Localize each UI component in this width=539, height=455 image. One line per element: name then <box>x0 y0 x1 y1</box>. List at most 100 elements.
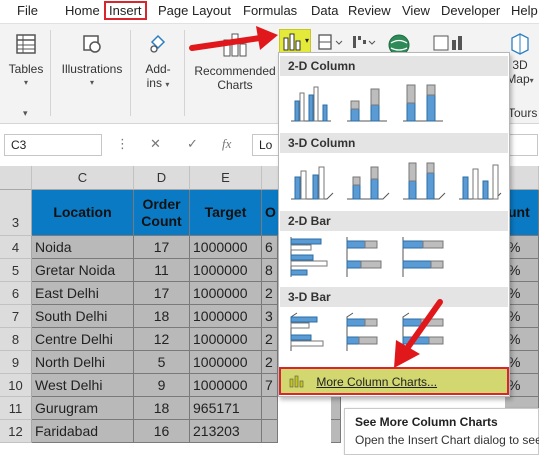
cell-partial-i[interactable]: % <box>505 305 539 328</box>
cell-location[interactable]: North Delhi <box>32 351 134 374</box>
table-cell[interactable] <box>331 397 341 420</box>
cell-partial-f[interactable]: 3 <box>262 305 278 328</box>
cell-target[interactable]: 1000000 <box>190 236 262 259</box>
tab-view[interactable]: View <box>402 3 430 18</box>
cell-target[interactable]: 1000000 <box>190 282 262 305</box>
cell-location[interactable]: Noida <box>32 236 134 259</box>
fx-icon[interactable]: fx <box>222 136 231 152</box>
cell-target[interactable]: 965171 <box>190 397 262 420</box>
header-target[interactable]: Target <box>190 190 262 236</box>
tab-file[interactable]: File <box>17 3 38 18</box>
cell-partial-f[interactable] <box>262 420 278 443</box>
column-header-c[interactable]: C <box>32 166 134 190</box>
pivotchart-button[interactable] <box>432 34 470 54</box>
cell-partial-f[interactable] <box>262 397 278 420</box>
cell-target[interactable]: 1000000 <box>190 351 262 374</box>
cell-location[interactable]: West Delhi <box>32 374 134 397</box>
tab-review[interactable]: Review <box>348 3 391 18</box>
cell-partial-f[interactable]: 2 <box>262 328 278 351</box>
column-header-e[interactable]: E <box>190 166 262 190</box>
cell-location[interactable]: South Delhi <box>32 305 134 328</box>
tab-formulas[interactable]: Formulas <box>243 3 297 18</box>
clustered-bar-chart[interactable] <box>287 235 335 279</box>
tab-help[interactable]: Help <box>511 3 538 18</box>
section-3d-column: 3-D Column <box>280 133 508 153</box>
illustrations-button[interactable]: Illustrations ▾ <box>58 28 126 90</box>
cell-location[interactable]: Gretar Noida <box>32 259 134 282</box>
cell-order-count[interactable]: 5 <box>134 351 190 374</box>
clustered-column-chart[interactable] <box>287 81 335 125</box>
cell-order-count[interactable]: 9 <box>134 374 190 397</box>
cell-order-count[interactable]: 18 <box>134 305 190 328</box>
cell-partial-i[interactable]: % <box>505 282 539 305</box>
tooltip-title: See More Column Charts <box>355 415 498 429</box>
cell-partial-f[interactable]: 7 <box>262 374 278 397</box>
hierarchy-chart-button[interactable] <box>317 32 345 52</box>
waterfall-chart-button[interactable] <box>351 32 377 52</box>
row-header[interactable]: 6 <box>0 282 32 305</box>
cell-partial-f[interactable]: 6 <box>262 236 278 259</box>
cell-target[interactable]: 1000000 <box>190 374 262 397</box>
cell-partial-f[interactable]: 2 <box>262 351 278 374</box>
enter-icon[interactable]: ✓ <box>187 136 198 152</box>
row-header[interactable]: 3 <box>0 190 32 236</box>
tab-developer[interactable]: Developer <box>441 3 500 18</box>
chevron-down-icon: ▾ <box>23 78 28 87</box>
cell-partial-i[interactable]: % <box>505 351 539 374</box>
3d-clustered-bar-chart[interactable] <box>287 311 335 355</box>
cell-target[interactable]: 1000000 <box>190 328 262 351</box>
cell-partial-f[interactable]: 8 <box>262 259 278 282</box>
tab-home[interactable]: Home <box>65 3 100 18</box>
100-stacked-column-chart[interactable] <box>399 81 447 125</box>
row-header[interactable]: 12 <box>0 420 32 443</box>
select-all-corner[interactable] <box>0 166 32 190</box>
100-stacked-bar-chart[interactable] <box>399 235 447 279</box>
row-header[interactable]: 11 <box>0 397 32 420</box>
tab-data[interactable]: Data <box>311 3 338 18</box>
pivotchart-icon <box>433 35 462 51</box>
cell-partial-i[interactable]: % <box>505 259 539 282</box>
cell-order-count[interactable]: 17 <box>134 236 190 259</box>
row-header[interactable]: 7 <box>0 305 32 328</box>
cell-order-count[interactable]: 18 <box>134 397 190 420</box>
header-location[interactable]: Location <box>32 190 134 236</box>
3d-column-chart[interactable] <box>455 159 503 203</box>
stacked-column-chart[interactable] <box>343 81 391 125</box>
tables-label: Tables <box>8 62 44 76</box>
cell-order-count[interactable]: 12 <box>134 328 190 351</box>
recommended-label-1: Recommended <box>194 64 276 78</box>
tab-page-layout[interactable]: Page Layout <box>158 3 231 18</box>
cell-location[interactable]: East Delhi <box>32 282 134 305</box>
cell-location[interactable]: Gurugram <box>32 397 134 420</box>
cell-partial-i[interactable]: % <box>505 328 539 351</box>
tables-button[interactable]: Tables ▾ <box>6 28 46 90</box>
cell-order-count[interactable]: 11 <box>134 259 190 282</box>
cell-target[interactable]: 213203 <box>190 420 262 443</box>
name-box[interactable]: C3 <box>4 134 102 156</box>
cancel-icon[interactable]: ✕ <box>150 136 161 152</box>
row-header[interactable]: 8 <box>0 328 32 351</box>
3d-stacked-column-chart[interactable] <box>343 159 391 203</box>
cell-partial-i[interactable]: % <box>505 374 539 397</box>
header-order-count[interactable]: Order Count <box>134 190 190 236</box>
3d-clustered-column-chart[interactable] <box>287 159 335 203</box>
cell-target[interactable]: 1000000 <box>190 259 262 282</box>
3d-100-stacked-column-chart[interactable] <box>399 159 447 203</box>
table-cell[interactable] <box>331 420 341 443</box>
cell-target[interactable]: 1000000 <box>190 305 262 328</box>
cell-order-count[interactable]: 16 <box>134 420 190 443</box>
row-header[interactable]: 10 <box>0 374 32 397</box>
cell-partial-f[interactable]: 2 <box>262 282 278 305</box>
row-header[interactable]: 4 <box>0 236 32 259</box>
cell-location[interactable]: Centre Delhi <box>32 328 134 351</box>
header-partial-i[interactable]: unt <box>505 190 539 236</box>
row-header[interactable]: 5 <box>0 259 32 282</box>
cell-partial-i[interactable]: % <box>505 236 539 259</box>
addins-button[interactable]: Add- ins ▾ <box>138 28 178 92</box>
stacked-bar-chart[interactable] <box>343 235 391 279</box>
tab-insert[interactable]: Insert <box>104 1 147 20</box>
row-header[interactable]: 9 <box>0 351 32 374</box>
cell-location[interactable]: Faridabad <box>32 420 134 443</box>
cell-order-count[interactable]: 17 <box>134 282 190 305</box>
column-header-d[interactable]: D <box>134 166 190 190</box>
